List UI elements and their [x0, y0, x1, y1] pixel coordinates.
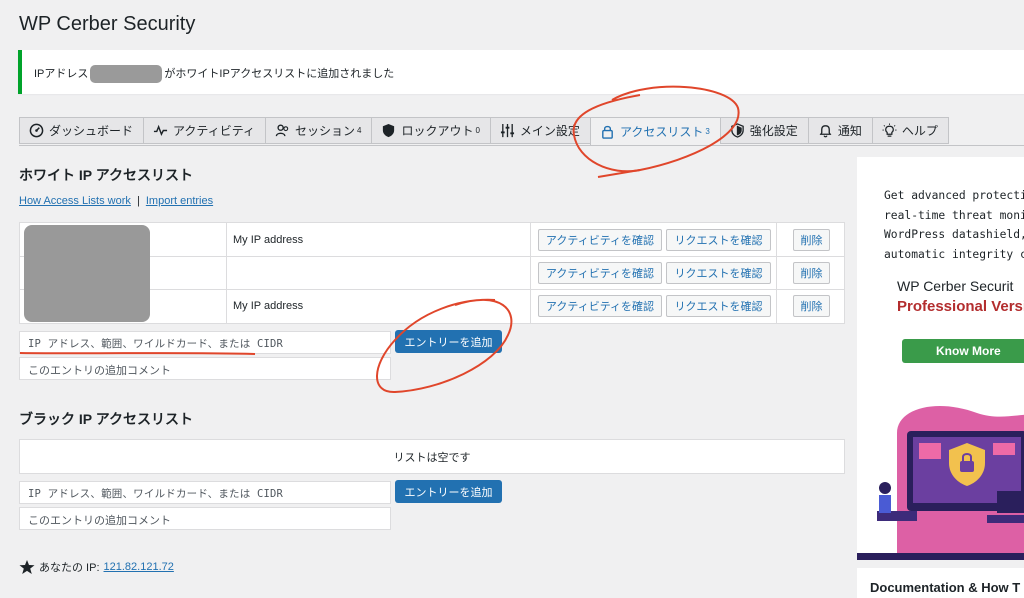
tab-divider [19, 145, 1024, 146]
import-entries-link[interactable]: Import entries [146, 195, 213, 207]
tab-label: ヘルプ [901, 124, 938, 138]
promo-line: automatic integrity check [884, 248, 1024, 262]
tab-lockouts[interactable]: ロックアウト 0 [371, 117, 490, 144]
tab-label: アクティビティ [173, 124, 255, 138]
notice-prefix: IPアドレス [34, 68, 89, 80]
tab-badge: 3 [705, 127, 710, 136]
bell-icon [819, 125, 832, 138]
tab-label: アクセスリスト [619, 125, 704, 139]
empty-message: リストは空です [393, 451, 471, 464]
delete-button[interactable]: 削除 [793, 262, 830, 284]
delete-button[interactable]: 削除 [793, 295, 830, 317]
view-activity-button[interactable]: アクティビティを確認 [538, 262, 662, 284]
tab-label: ダッシュボード [49, 124, 134, 138]
tab-activity[interactable]: アクティビティ [143, 117, 265, 144]
tab-bar: ダッシュボード アクティビティ セッション 4 ロックアウト 0 メイン設定 アクセ… [19, 117, 949, 146]
star-icon [19, 560, 35, 574]
users-icon [275, 124, 289, 137]
whitelist-title: ホワイト IP アクセスリスト [19, 167, 194, 183]
whitelist-links: How Access Lists work | Import entries [19, 195, 213, 207]
tab-hardening[interactable]: 強化設定 [719, 117, 808, 144]
lightbulb-icon [882, 123, 897, 137]
whitelist-add-entry-button[interactable]: エントリーを追加 [395, 330, 502, 353]
whitelist-ip-input[interactable]: IP アドレス、範囲、ワイルドカード、または CIDR [19, 331, 391, 354]
promo-text: Get advanced protection real-time threat… [884, 186, 1024, 265]
tab-dashboard[interactable]: ダッシュボード [19, 117, 144, 144]
view-requests-button[interactable]: リクエストを確認 [666, 262, 771, 284]
promo-edition: Professional Versio [897, 298, 1024, 315]
tab-main-settings[interactable]: メイン設定 [489, 117, 590, 144]
whitelist-comment-input[interactable]: このエントリの追加コメント [19, 357, 391, 380]
sliders-icon [500, 123, 514, 138]
tab-badge: 4 [357, 126, 362, 135]
how-access-lists-link[interactable]: How Access Lists work [19, 195, 131, 207]
annotation-tail-tab [597, 169, 641, 178]
tab-label: 強化設定 [749, 124, 798, 138]
tab-badge: 0 [475, 126, 480, 135]
sidebar-separator [857, 560, 1024, 568]
delete-button[interactable]: 削除 [793, 229, 830, 251]
tab-help[interactable]: ヘルプ [871, 117, 949, 144]
blacklist-comment-input[interactable]: このエントリの追加コメント [19, 507, 391, 530]
tab-notifications[interactable]: 通知 [807, 117, 872, 144]
your-ip-link[interactable]: 121.82.121.72 [104, 561, 174, 573]
redacted-ip [90, 65, 163, 84]
know-more-button[interactable]: Know More [902, 339, 1024, 363]
link-separator: | [136, 195, 140, 207]
success-notice: IPアドレス がホワイトIPアクセスリストに追加されました [18, 50, 1024, 94]
blacklist-add-entry-button[interactable]: エントリーを追加 [395, 480, 502, 503]
row-label: My IP address [233, 300, 304, 312]
tab-access-lists[interactable]: アクセスリスト 3 [589, 117, 720, 146]
tab-label: メイン設定 [519, 124, 580, 138]
lock-icon [602, 125, 613, 139]
tab-label: 通知 [837, 124, 862, 138]
promo-line: Get advanced protection [884, 189, 1024, 202]
blacklist-ip-input[interactable]: IP アドレス、範囲、ワイルドカード、または CIDR [19, 481, 391, 504]
shield-check-icon [731, 123, 744, 138]
view-requests-button[interactable]: リクエストを確認 [666, 295, 771, 317]
page-title: WP Cerber Security [19, 13, 196, 35]
your-ip-label: あなたの IP: [39, 562, 100, 574]
view-requests-button[interactable]: リクエストを確認 [666, 229, 771, 251]
activity-icon [153, 124, 168, 137]
tab-label: ロックアウト [401, 124, 474, 138]
dashboard-icon [29, 123, 44, 138]
blacklist-empty-table: リストは空です [19, 439, 845, 474]
promo-sidebar: Get advanced protection real-time threat… [857, 157, 1024, 598]
row-label: My IP address [233, 234, 304, 246]
docs-title: Documentation & How T [870, 580, 1021, 595]
security-illustration-icon [857, 406, 1024, 561]
promo-brand: WP Cerber Securit [897, 278, 1014, 294]
view-activity-button[interactable]: アクティビティを確認 [538, 295, 662, 317]
notice-suffix: がホワイトIPアクセスリストに追加されました [164, 68, 395, 80]
tab-label: セッション [294, 124, 355, 138]
your-ip-line: あなたの IP: 121.82.121.72 [19, 559, 174, 575]
shield-icon [383, 123, 395, 138]
tab-sessions[interactable]: セッション 4 [264, 117, 372, 144]
promo-line: WordPress datashield, ar [884, 228, 1024, 242]
notice-text: IPアドレス がホワイトIPアクセスリストに追加されました [34, 65, 395, 84]
promo-line: real-time threat monitor [884, 208, 1024, 222]
redacted-ip-block [24, 225, 150, 322]
know-more-label: Know More [936, 344, 1001, 358]
blacklist-title: ブラック IP アクセスリスト [19, 411, 194, 427]
view-activity-button[interactable]: アクティビティを確認 [538, 229, 662, 251]
